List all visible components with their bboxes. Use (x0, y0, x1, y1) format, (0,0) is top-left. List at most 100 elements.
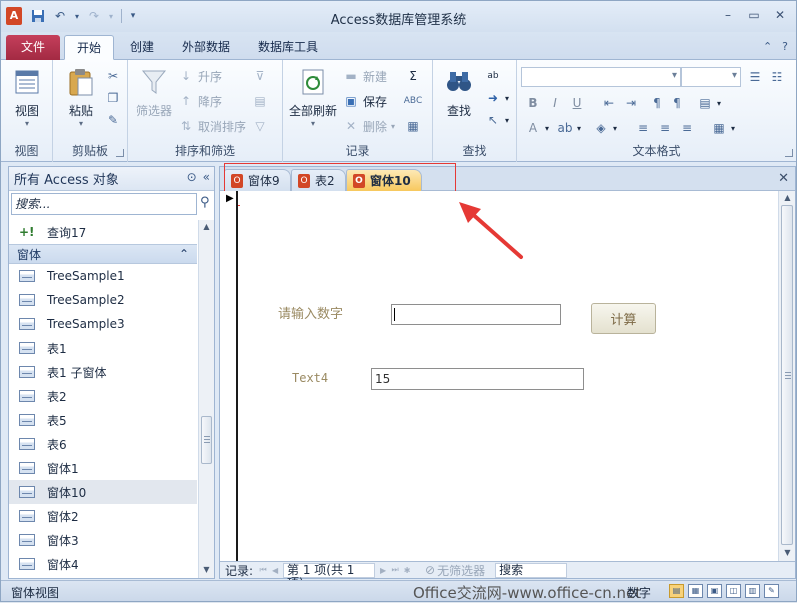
tab-file[interactable]: 文件 (6, 35, 60, 60)
font-name-combo[interactable] (521, 67, 681, 87)
nav-item-form[interactable]: 表1 子窗体 (9, 360, 197, 384)
format-painter-button[interactable]: ✎ (105, 110, 121, 130)
redo-dropdown-icon[interactable]: ▾ (107, 8, 115, 24)
refresh-all-button[interactable]: 全部刷新 ▾ (287, 66, 339, 128)
nav-item-form[interactable]: 表5 (9, 408, 197, 432)
clipboard-dialog-launcher[interactable] (116, 149, 124, 157)
record-selector[interactable]: ▶ (220, 191, 238, 561)
doc-tab-table2[interactable]: O 表2 (291, 169, 346, 191)
cut-button[interactable]: ✂ (105, 66, 121, 86)
shutter-bar-close-icon[interactable]: « (203, 170, 210, 184)
new-record-button[interactable]: ▬ 新建 (343, 66, 387, 86)
close-button[interactable]: ✕ (770, 6, 790, 24)
previous-record-icon[interactable]: ◀ (269, 566, 281, 575)
more-records-button[interactable]: ▦ (405, 116, 421, 136)
nav-header[interactable]: 所有 Access 对象 ⊙ « (9, 167, 214, 191)
save-record-button[interactable]: ▣ 保存 (343, 91, 387, 111)
align-left-button[interactable]: ≡ (635, 118, 651, 138)
alt-row-color-button[interactable]: ▦ ▾ (711, 118, 735, 138)
last-record-icon[interactable]: ⏭ (389, 565, 401, 575)
fill-color-button[interactable]: ◈ ▾ (593, 118, 617, 138)
nav-group-forms[interactable]: 窗体 ⌃ (9, 244, 197, 264)
increase-indent-button[interactable]: ⇥ (623, 93, 639, 113)
font-size-combo[interactable] (681, 67, 741, 87)
text4-field[interactable]: 15 (371, 368, 584, 390)
tab-home[interactable]: 开始 (64, 35, 115, 60)
form-scroll-up-icon[interactable]: ▲ (780, 191, 795, 205)
new-record-nav-icon[interactable]: ✱ (401, 566, 413, 575)
align-center-button[interactable]: ≡ (657, 118, 673, 138)
totals-button[interactable]: Σ (405, 66, 421, 86)
close-document-icon[interactable]: ✕ (778, 171, 789, 186)
help-icon[interactable]: ? (782, 40, 788, 53)
nav-scroll-thumb[interactable] (201, 416, 212, 464)
rtl-button[interactable]: ¶ (669, 93, 685, 113)
nav-item-form[interactable]: 窗体1 (9, 456, 197, 480)
gridlines-button[interactable]: ▤ ▾ (697, 93, 721, 113)
goto-button[interactable]: ➜ ▾ (485, 88, 509, 108)
underline-button[interactable]: U (569, 93, 585, 113)
save-icon[interactable] (29, 8, 47, 24)
filter-button[interactable]: 筛选器 (132, 66, 176, 119)
nav-item-form[interactable]: 表6 (9, 432, 197, 456)
nav-item-form[interactable]: 窗体2 (9, 504, 197, 528)
access-logo-icon[interactable]: A (6, 7, 22, 25)
record-position-field[interactable]: 第 1 项(共 1 项) (283, 562, 376, 589)
font-color-button[interactable]: A ▾ (525, 118, 549, 138)
filter-status[interactable]: ⊘ 无筛选器 (425, 562, 485, 579)
undo-dropdown-icon[interactable]: ▾ (73, 8, 81, 24)
doc-tab-form10[interactable]: O 窗体10 (346, 169, 422, 191)
first-record-icon[interactable]: ⏮ (257, 565, 269, 575)
record-search-box[interactable]: 搜索 (495, 562, 568, 578)
minimize-button[interactable]: – (718, 6, 738, 24)
datasheet-view-icon[interactable]: ▦ (688, 584, 703, 598)
doc-tab-form9[interactable]: O 窗体9 (224, 169, 291, 191)
nav-item-form[interactable]: TreeSample2 (9, 288, 197, 312)
toggle-filter-button[interactable]: ▽ (252, 116, 268, 136)
customize-qat-icon[interactable]: ▾ (128, 8, 138, 24)
nav-menu-dropdown-icon[interactable]: ⊙ (187, 170, 197, 184)
tab-database-tools[interactable]: 数据库工具 (246, 35, 330, 60)
copy-button[interactable]: ❐ (105, 88, 121, 108)
design-view-icon[interactable]: ✎ (764, 584, 779, 598)
sort-ascending-button[interactable]: ↓ 升序 (178, 66, 222, 86)
maximize-button[interactable]: ▭ (744, 6, 764, 24)
paste-button[interactable]: 粘贴 ▾ (59, 66, 103, 128)
form-vertical-scrollbar[interactable]: ▲ ▼ (778, 191, 795, 561)
nav-item-form[interactable]: 表2 (9, 384, 197, 408)
tab-external-data[interactable]: 外部数据 (170, 35, 242, 60)
nav-item-form[interactable]: TreeSample3 (9, 312, 197, 336)
calculate-button[interactable]: 计算 (591, 303, 656, 334)
search-icon[interactable]: ⚲ (200, 195, 210, 210)
form-scroll-thumb[interactable] (781, 205, 793, 545)
pivot-view-icon[interactable]: ◫ (726, 584, 741, 598)
view-button[interactable]: 视图 ▾ (5, 66, 49, 128)
nav-item-form[interactable]: 窗体3 (9, 528, 197, 552)
chart-view-icon[interactable]: ▥ (745, 584, 760, 598)
ltr-button[interactable]: ¶ (649, 93, 665, 113)
nav-item-form[interactable]: TreeSample1 (9, 264, 197, 288)
nav-search-input[interactable]: 搜索... (11, 193, 197, 215)
tab-create[interactable]: 创建 (118, 35, 166, 60)
form-scroll-down-icon[interactable]: ▼ (780, 546, 795, 560)
replace-button[interactable]: ab (485, 66, 501, 86)
nav-item-form[interactable]: 窗体4 (9, 552, 197, 576)
next-record-icon[interactable]: ▶ (377, 566, 389, 575)
nav-scrollbar[interactable]: ▲ ▼ (198, 220, 214, 578)
nav-item-form[interactable]: 表1 (9, 336, 197, 360)
find-button[interactable]: 查找 (437, 66, 481, 119)
selection-filter-button[interactable]: ⊽ (252, 66, 268, 86)
spelling-button[interactable]: ABC (404, 91, 422, 111)
italic-button[interactable]: I (547, 93, 563, 113)
redo-icon[interactable]: ↷ (85, 8, 103, 24)
nav-item-query17[interactable]: +! 查询17 (9, 220, 197, 244)
bullets-button[interactable]: ☰ (747, 67, 763, 87)
minimize-ribbon-icon[interactable]: ⌃ (763, 40, 772, 53)
number-input[interactable] (391, 304, 561, 325)
layout-view-icon[interactable]: ▣ (707, 584, 722, 598)
form-view-icon[interactable]: ▤ (669, 584, 684, 598)
undo-icon[interactable]: ↶ (51, 8, 69, 24)
nav-item-form[interactable]: 窗体10 (9, 480, 197, 504)
clear-sort-button[interactable]: ⇅ 取消排序 (178, 116, 246, 136)
nav-scroll-down-icon[interactable]: ▼ (199, 563, 214, 577)
